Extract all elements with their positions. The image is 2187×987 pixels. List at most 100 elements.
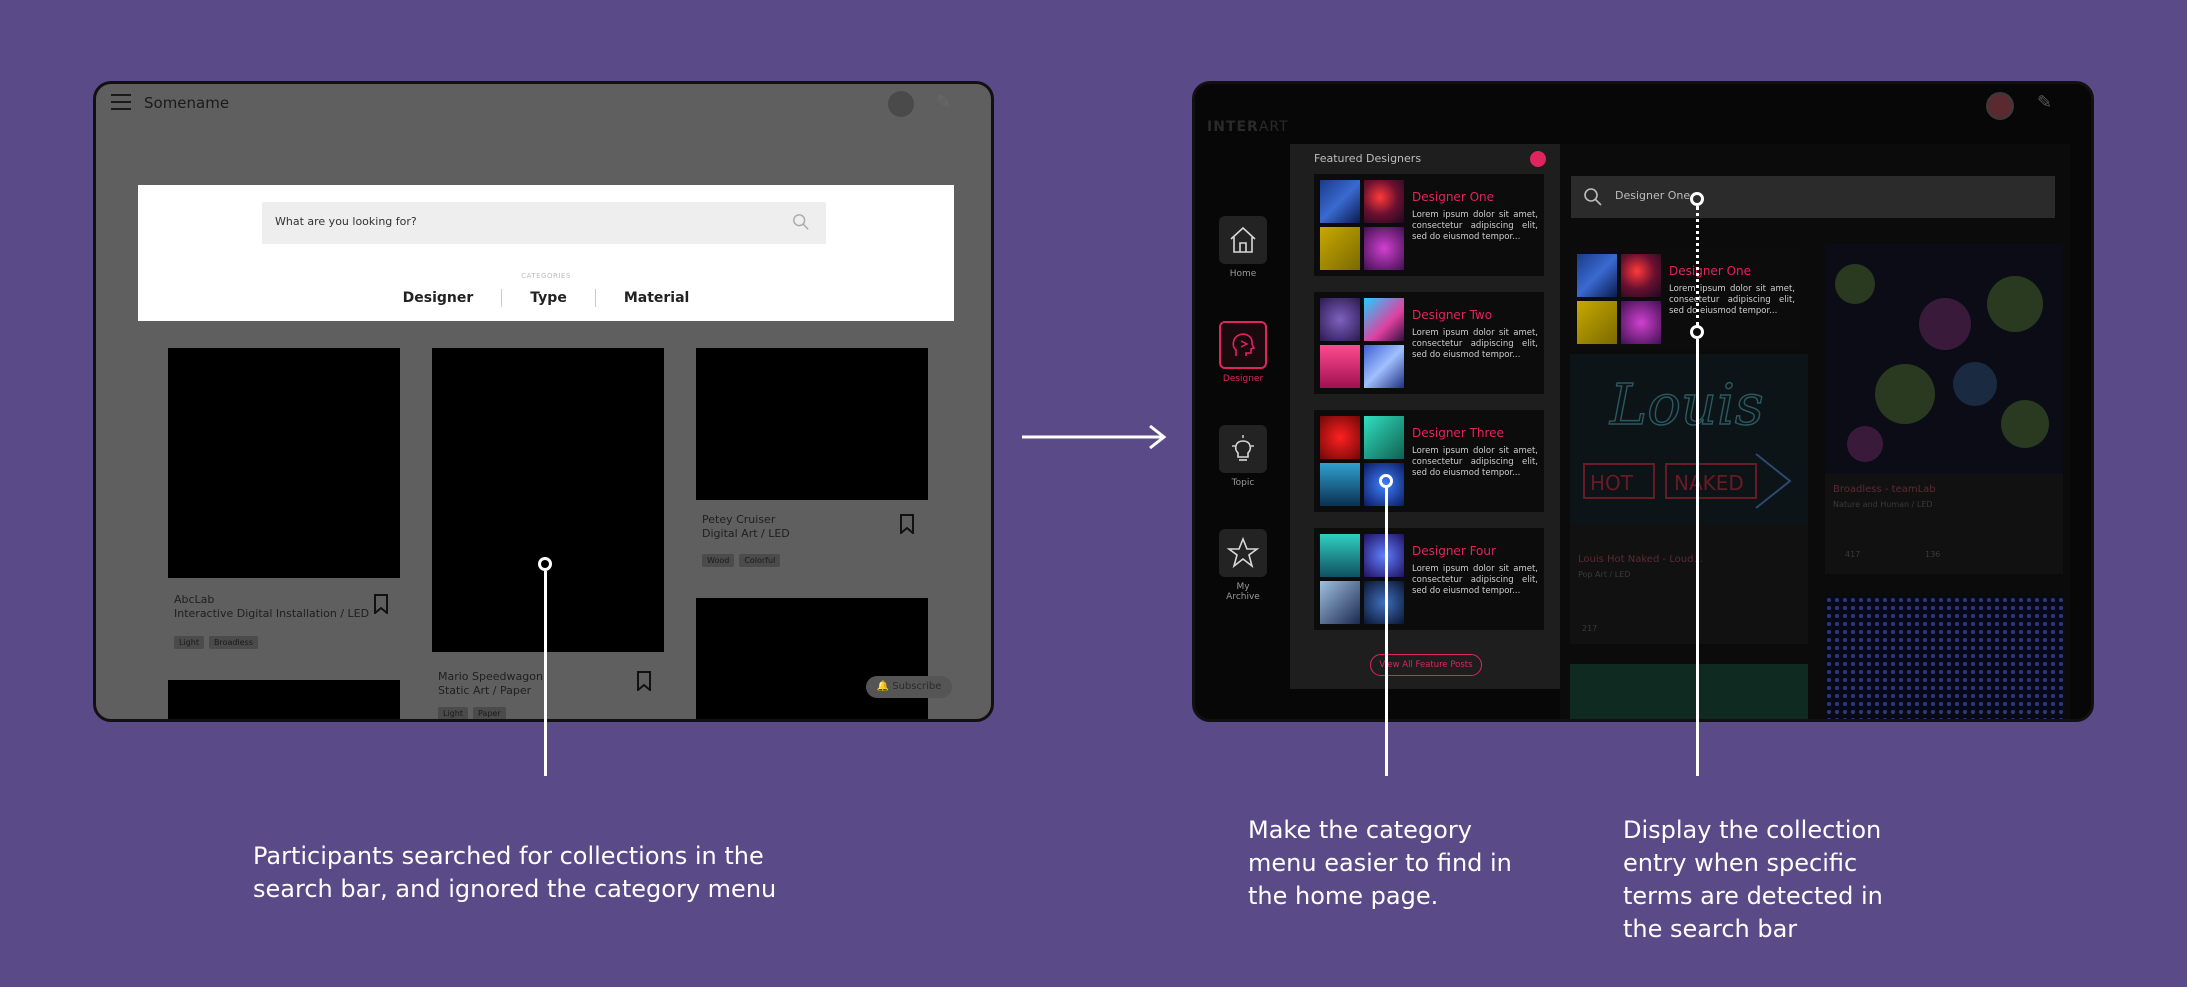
feed-card[interactable] (1570, 664, 1808, 719)
logo-bold: INTER (1207, 119, 1259, 135)
avatar[interactable] (1986, 92, 2014, 120)
card-tags: Light Paper (438, 707, 506, 719)
feed-title: Broadless - teamLab (1833, 484, 1936, 495)
logo-light: ART (1258, 119, 1289, 135)
feed-area: Louis HOT NAKED Louis Hot Naked - Loud..… (1560, 144, 2070, 719)
star-icon (1219, 529, 1267, 577)
designer-desc: Lorem ipsum dolor sit amet, consectetur … (1412, 446, 1538, 478)
designer-desc: Lorem ipsum dolor sit amet, consectetur … (1412, 328, 1538, 360)
comments-count: 136 (1925, 550, 1941, 559)
categories-label: CATEGORIES (521, 272, 571, 280)
nav-label: Designer (1222, 374, 1264, 384)
likes-count: 417 (1845, 550, 1861, 559)
svg-text:Louis: Louis (1609, 373, 1764, 438)
search-icon[interactable] (792, 213, 810, 231)
feed-sub: Nature and Human / LED (1833, 500, 1933, 509)
subscribe-label: Subscribe (892, 681, 942, 692)
category-menu: Designer Type Material (138, 289, 954, 307)
tag[interactable]: Colorful (739, 554, 781, 567)
featured-designers-panel: Featured Designers Designer One Lorem ip… (1290, 144, 1560, 689)
tag[interactable]: Light (174, 636, 204, 649)
collection-card-image[interactable] (696, 598, 928, 719)
avatar[interactable] (888, 91, 914, 117)
card-type: Static Art / Paper (438, 684, 532, 697)
callout-middle-text: Make the category menu easier to find in… (1248, 816, 1512, 910)
feed-card[interactable]: Louis HOT NAKED Louis Hot Naked - Loud..… (1570, 354, 1808, 644)
notification-badge[interactable] (1530, 151, 1546, 167)
feed-image (1825, 244, 2063, 474)
designer-icon (1219, 321, 1267, 369)
after-screen: INTERART ✎ Home Designer Topic My Archiv… (1192, 81, 2094, 722)
pen-icon[interactable]: ✎ (936, 92, 951, 113)
callout-marker-dot (1379, 474, 1393, 488)
bookmark-icon[interactable] (373, 594, 389, 614)
likes-count: 217 (1582, 624, 1598, 633)
callout-marker-dot (538, 557, 552, 571)
logo[interactable]: INTERART (1207, 119, 1289, 135)
subscribe-button[interactable]: 🔔 Subscribe (866, 676, 952, 698)
tag[interactable]: Broadless (208, 636, 258, 649)
search-panel: What are you looking for? CATEGORIES Des… (138, 185, 954, 321)
category-type[interactable]: Type (501, 289, 595, 307)
feed-card[interactable] (1825, 596, 2063, 719)
card-tags: Wood Colorful (702, 554, 781, 567)
feed-image (1825, 596, 2063, 719)
tag[interactable]: Light (438, 707, 468, 719)
nav-designer[interactable]: Designer (1219, 321, 1267, 384)
callout-line (1385, 488, 1388, 776)
callout-right-text: Display the collection entry when specif… (1623, 816, 1883, 943)
app-title: Somename (144, 94, 230, 112)
card-type: Interactive Digital Installation / LED (174, 607, 370, 620)
designer-card[interactable]: Designer Three Lorem ipsum dolor sit ame… (1314, 410, 1544, 512)
card-tags: Light Broadless (174, 636, 258, 649)
search-icon[interactable] (1583, 187, 1603, 207)
nav-home[interactable]: Home (1219, 216, 1267, 279)
designer-name: Designer Four (1412, 544, 1496, 558)
category-designer[interactable]: Designer (375, 289, 502, 307)
collection-card-image[interactable] (696, 348, 928, 500)
card-name: Mario Speedwagon (438, 670, 543, 683)
designer-thumbnails (1320, 298, 1404, 388)
designer-card[interactable]: Designer One Lorem ipsum dolor sit amet,… (1314, 174, 1544, 276)
card-name: Petey Cruiser (702, 513, 776, 526)
designer-name: Designer Three (1412, 426, 1504, 440)
tag[interactable]: Paper (472, 707, 506, 719)
feed-title: Louis Hot Naked - Loud... (1578, 554, 1703, 565)
hamburger-menu-icon[interactable] (111, 94, 131, 110)
search-value: Designer One (1615, 189, 1691, 202)
nav-my-archive[interactable]: My Archive (1219, 529, 1267, 602)
search-input[interactable]: What are you looking for? (262, 202, 826, 244)
designer-thumbnails (1320, 416, 1404, 506)
bookmark-icon[interactable] (636, 671, 652, 691)
category-material[interactable]: Material (594, 289, 718, 307)
nav-topic[interactable]: Topic (1219, 425, 1267, 488)
designer-card[interactable]: Designer Two Lorem ipsum dolor sit amet,… (1314, 292, 1544, 394)
pen-icon[interactable]: ✎ (2037, 92, 2052, 113)
feed-image: Louis HOT NAKED (1570, 354, 1808, 524)
svg-text:HOT: HOT (1590, 471, 1634, 495)
callout-left-text: Participants searched for collections in… (253, 842, 777, 903)
tag[interactable]: Wood (702, 554, 735, 567)
search-result-card[interactable]: Designer One Lorem ipsum dolor sit amet,… (1571, 248, 1801, 350)
nav-label: My Archive (1226, 582, 1260, 602)
feed-card[interactable]: Broadless - teamLab Nature and Human / L… (1825, 244, 2063, 574)
collection-card-image[interactable] (168, 680, 400, 719)
panel-title: Featured Designers (1314, 152, 1422, 165)
designer-thumbnails (1320, 534, 1404, 624)
collection-card-image[interactable] (432, 348, 664, 652)
bookmark-icon[interactable] (899, 514, 915, 534)
designer-card[interactable]: Designer Four Lorem ipsum dolor sit amet… (1314, 528, 1544, 630)
search-input[interactable]: Designer One (1571, 176, 2055, 218)
collection-card-image[interactable] (168, 348, 400, 578)
card-meta: AbcLab Interactive Digital Installation … (174, 593, 369, 621)
card-meta: Petey Cruiser Digital Art / LED (702, 513, 790, 541)
card-meta: Mario Speedwagon Static Art / Paper (438, 670, 543, 698)
callout-marker-dot (1690, 325, 1704, 339)
arrow-right-icon (1022, 424, 1167, 450)
designer-name: Designer One (1669, 264, 1751, 278)
designer-thumbnails (1320, 180, 1404, 270)
callout-marker-dot (1690, 192, 1704, 206)
designer-thumbnails (1577, 254, 1661, 344)
callout-dotted-line (1696, 206, 1699, 326)
search-placeholder: What are you looking for? (275, 215, 417, 228)
